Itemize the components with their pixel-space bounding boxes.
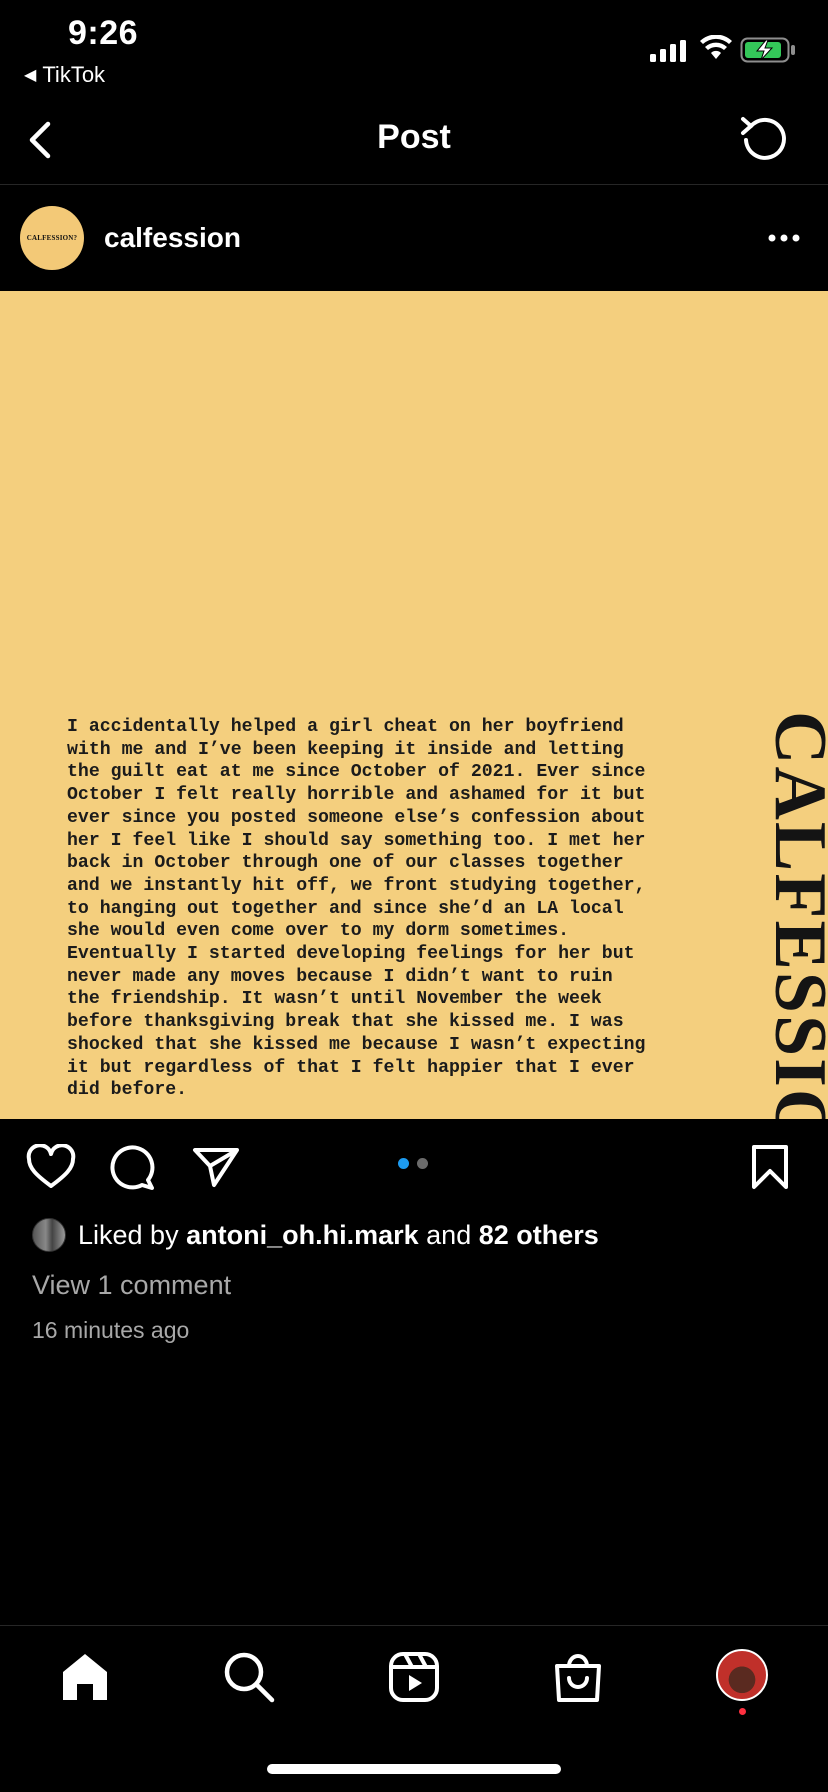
wifi-icon — [700, 35, 732, 59]
liker-avatar — [32, 1218, 66, 1252]
liker-username[interactable]: antoni_oh.hi.mark — [186, 1220, 419, 1250]
carousel-dot — [417, 1158, 428, 1169]
back-to-app-link[interactable]: ◀ TikTok — [24, 62, 105, 88]
likes-summary[interactable]: Liked by antoni_oh.hi.mark and 82 others — [32, 1218, 599, 1252]
search-icon[interactable] — [222, 1650, 276, 1704]
notification-dot — [739, 1708, 746, 1715]
back-triangle-icon: ◀ — [24, 67, 37, 84]
post-image[interactable]: I accidentally helped a girl cheat on he… — [0, 291, 828, 1119]
view-comments-link[interactable]: View 1 comment — [32, 1270, 231, 1301]
carousel-indicator — [398, 1158, 428, 1169]
likes-others-count[interactable]: 82 others — [479, 1220, 599, 1250]
brand-vertical-title: CALFESSION? — [759, 711, 828, 1119]
home-indicator[interactable] — [267, 1764, 561, 1774]
post-timestamp: 16 minutes ago — [32, 1317, 190, 1343]
comment-icon[interactable] — [108, 1144, 156, 1192]
author-avatar[interactable]: CALFESSION? — [20, 206, 84, 270]
profile-avatar[interactable] — [716, 1649, 768, 1701]
status-time: 9:26 — [68, 14, 139, 52]
reels-icon[interactable] — [387, 1650, 441, 1704]
author-username[interactable]: calfession — [104, 222, 241, 254]
header-divider — [0, 184, 828, 185]
home-icon[interactable] — [58, 1650, 112, 1704]
likes-text: Liked by antoni_oh.hi.mark and 82 others — [78, 1220, 599, 1251]
avatar-logo-text: CALFESSION? — [26, 234, 78, 242]
bookmark-icon[interactable] — [750, 1144, 790, 1190]
cellular-signal-icon — [650, 40, 686, 62]
more-options-icon[interactable] — [766, 228, 802, 248]
battery-charging-icon — [740, 37, 795, 63]
carousel-dot-active — [398, 1158, 409, 1169]
refresh-icon[interactable] — [738, 114, 790, 166]
nav-divider — [0, 1625, 828, 1626]
page-title: Post — [377, 118, 451, 156]
back-app-label: TikTok — [42, 62, 106, 87]
share-icon[interactable] — [192, 1146, 240, 1188]
heart-icon[interactable] — [26, 1144, 76, 1190]
shop-icon[interactable] — [551, 1650, 605, 1704]
likes-conjunction: and — [426, 1219, 472, 1250]
likes-prefix: Liked by — [78, 1219, 179, 1250]
confession-text: I accidentally helped a girl cheat on he… — [67, 717, 646, 1101]
